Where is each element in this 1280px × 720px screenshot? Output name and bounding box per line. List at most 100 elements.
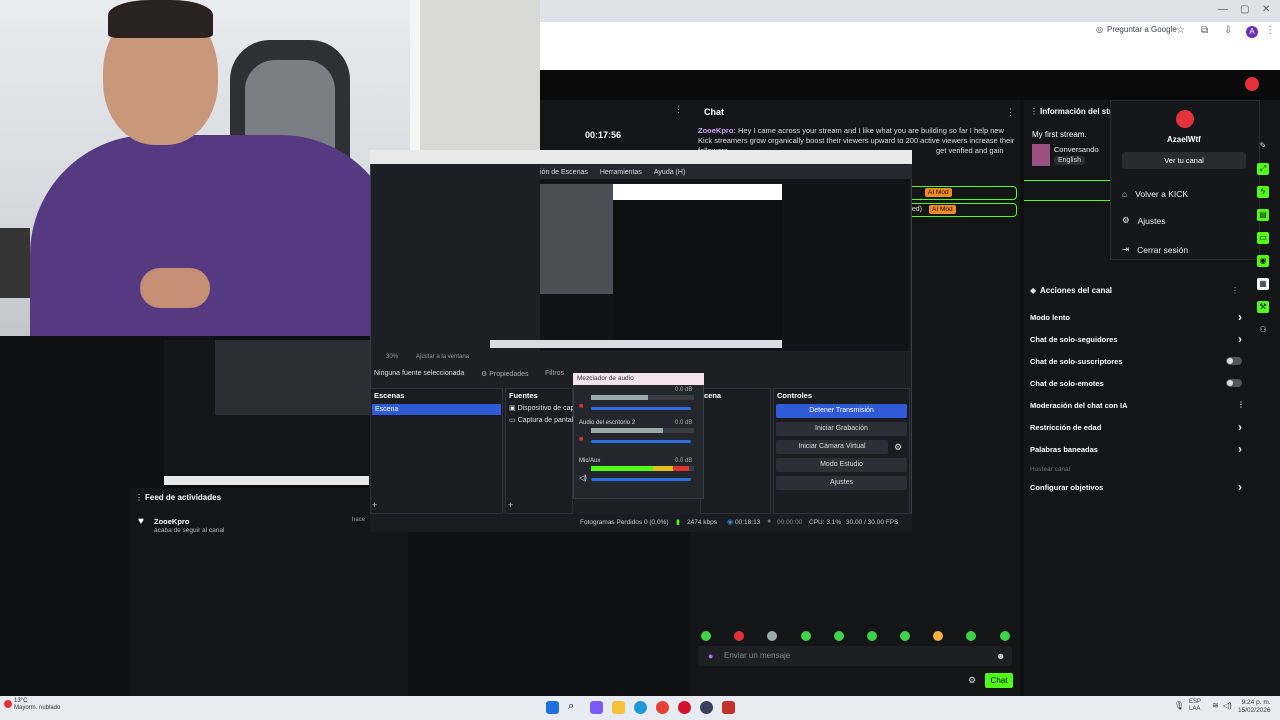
obs-titlebar[interactable] [370, 150, 912, 164]
emote-green[interactable] [900, 631, 910, 641]
stop-streaming-button[interactable]: Detener Transmisión [776, 404, 907, 418]
wrench-icon[interactable]: ⚒ [1257, 301, 1269, 313]
add-scene-icon[interactable]: + [372, 500, 377, 510]
menu-tools[interactable]: Herramientas [600, 169, 642, 176]
settings-button[interactable]: Ajustes [776, 476, 907, 490]
properties-button[interactable]: ⚙ Propiedades [481, 370, 529, 378]
volume-slider[interactable] [591, 440, 691, 443]
close-icon[interactable]: ✕ [1262, 4, 1270, 15]
view-channel-button[interactable]: Ver tu canal [1122, 152, 1246, 169]
wifi-icon[interactable]: ≋ [1212, 701, 1219, 710]
chevron-right-icon[interactable]: › [1238, 332, 1242, 346]
file-explorer-icon[interactable] [612, 701, 625, 714]
chart-icon[interactable]: ⫶ [1240, 400, 1242, 411]
menu-item-settings[interactable]: ⚙ Ajustes [1122, 215, 1166, 226]
emote-kick[interactable] [701, 631, 711, 641]
chat-menu-icon[interactable]: ⋮ [1006, 107, 1015, 118]
feed-user[interactable]: ZooeKpro [154, 517, 189, 526]
maximize-icon[interactable]: ▢ [1240, 4, 1249, 15]
ask-google-button[interactable]: ◎ Preguntar a Google [1096, 25, 1177, 34]
channel-action-row[interactable]: Chat de solo-seguidores › [1030, 332, 1242, 346]
chat-settings-icon[interactable]: ⚙ [968, 675, 976, 686]
send-chat-button[interactable]: Chat [985, 673, 1013, 688]
emote-green[interactable] [801, 631, 811, 641]
weather-widget[interactable]: 13°C Mayorm. nublado [14, 698, 60, 712]
menu-item-logout[interactable]: ⇥ Cerrar sesión [1122, 244, 1188, 255]
menu-item-back-to-kick[interactable]: ⌂ Volver a KICK [1122, 189, 1188, 199]
panel-menu-icon[interactable]: ⋮ [674, 104, 683, 115]
channel-action-row[interactable]: Chat de solo-suscriptores [1030, 354, 1242, 368]
emote-green[interactable] [1000, 631, 1010, 641]
channel-action-row[interactable]: Restricción de edad › [1030, 420, 1242, 434]
app-icon[interactable] [722, 701, 735, 714]
menu-dots-icon[interactable]: ⋮ [1265, 25, 1275, 36]
copilot-icon[interactable] [590, 701, 603, 714]
search-icon[interactable]: ⌕ [568, 700, 574, 713]
chevron-right-icon[interactable]: › [1238, 442, 1242, 456]
chrome-icon[interactable] [656, 701, 669, 714]
edit-icon[interactable]: ✎ [1257, 140, 1269, 152]
clock[interactable]: 9:24 p. m. 15/02/2026 [1238, 699, 1271, 715]
mute-toggle-icon[interactable]: ◁) [579, 474, 587, 482]
windows-start-icon[interactable] [546, 701, 559, 714]
mute-toggle-icon[interactable]: ■ [579, 403, 583, 410]
clipboard-icon[interactable]: ▤ [1257, 209, 1269, 221]
menu-help[interactable]: Ayuda (H) [654, 169, 685, 176]
channel-action-row[interactable]: Configurar objetivos › [1030, 480, 1242, 494]
message-icon[interactable]: ▭ [1257, 232, 1269, 244]
scene-item[interactable]: Escena [372, 404, 501, 415]
panel-menu-icon[interactable]: ⋮ [1231, 286, 1239, 295]
emoji-picker-icon[interactable]: ☻ [996, 651, 1005, 661]
share-icon[interactable]: ⚇ [1257, 324, 1269, 336]
zoom-level[interactable]: 30% [386, 354, 398, 360]
filters-button[interactable]: Filtros [545, 370, 564, 377]
chat-input[interactable]: Enviar un mensaje [698, 646, 1012, 666]
extensions-icon[interactable]: ⧉ [1201, 25, 1208, 36]
emote-green[interactable] [966, 631, 976, 641]
obs-icon[interactable] [700, 701, 713, 714]
browser-tab-bar[interactable] [540, 0, 1280, 22]
chevron-right-icon[interactable]: › [1238, 420, 1242, 434]
bolt-icon[interactable]: ϟ [1257, 186, 1269, 198]
edge-icon[interactable] [634, 701, 647, 714]
minimize-icon[interactable]: — [1218, 4, 1228, 15]
chevron-right-icon[interactable]: › [1238, 480, 1242, 494]
chevron-right-icon[interactable]: › [1238, 310, 1242, 324]
toggle-switch[interactable] [1226, 357, 1242, 365]
bookmark-star-icon[interactable]: ☆ [1176, 25, 1185, 36]
mic-tray-icon[interactable]: 🎙 [1174, 701, 1184, 710]
source-item[interactable]: ▣ Dispositivo de cap [506, 402, 574, 414]
channel-action-row[interactable]: Modo lento › [1030, 310, 1242, 324]
virtual-camera-button[interactable]: Iniciar Cámara Virtual [776, 440, 888, 454]
emote-red[interactable] [734, 631, 744, 641]
downloads-icon[interactable]: ⇩ [1224, 25, 1232, 36]
opera-icon[interactable] [678, 701, 691, 714]
profile-avatar[interactable]: A [1246, 26, 1258, 38]
channel-action-row[interactable]: Chat de solo-emotes [1030, 376, 1242, 390]
toggle-switch[interactable] [1226, 379, 1242, 387]
volume-slider[interactable] [591, 478, 691, 481]
mixer-title[interactable]: Mezclador de audio [573, 373, 704, 385]
studio-mode-button[interactable]: Modo Estudio [776, 458, 907, 472]
emote-gray[interactable] [767, 631, 777, 641]
panel-menu-icon[interactable]: ⋮ [1030, 107, 1038, 116]
mic-icon[interactable]: ● [708, 651, 713, 661]
flagged-message[interactable] [903, 186, 1017, 200]
emote-green[interactable] [834, 631, 844, 641]
input-language[interactable]: ESP LAA [1189, 699, 1201, 713]
channel-action-row[interactable]: Palabras baneadas › [1030, 442, 1242, 456]
panel-menu-icon[interactable]: ⋮ [135, 493, 143, 502]
user-avatar[interactable] [1245, 77, 1259, 91]
add-source-icon[interactable]: + [508, 500, 513, 510]
broadcast-icon[interactable]: ◉ [1257, 255, 1269, 267]
channel-action-row[interactable]: Moderación del chat con IA ⫶ [1030, 398, 1242, 412]
mute-toggle-icon[interactable]: ■ [579, 436, 583, 443]
volume-slider[interactable] [591, 407, 691, 410]
document-icon[interactable]: ▦ [1257, 278, 1269, 290]
volume-icon[interactable]: ◁) [1223, 701, 1232, 710]
fit-window[interactable]: Ajustar a la ventana [416, 354, 469, 360]
expand-icon[interactable]: ⤢ [1257, 163, 1269, 175]
start-recording-button[interactable]: Iniciar Grabación [776, 422, 907, 436]
chat-message-user[interactable]: ZooeKpro: [698, 126, 736, 135]
virtual-camera-settings-icon[interactable]: ⚙ [894, 442, 902, 453]
